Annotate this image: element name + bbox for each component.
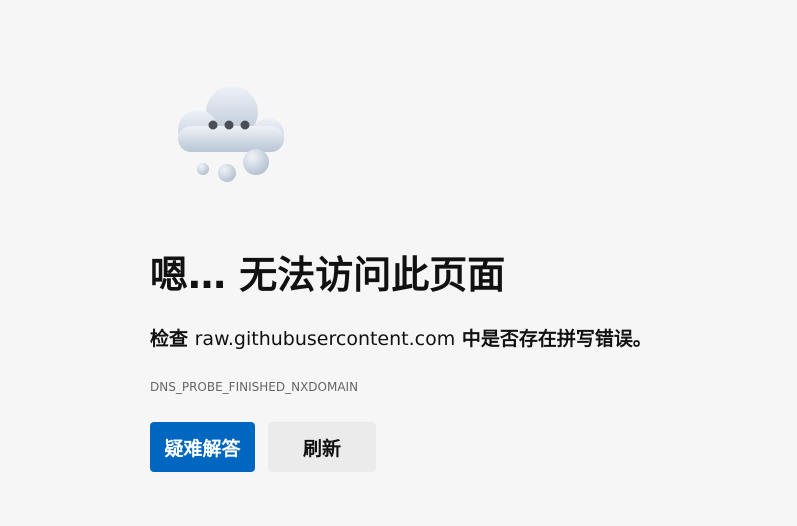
error-code: DNS_PROBE_FINISHED_NXDOMAIN [150,380,359,394]
page-title: 嗯… 无法访问此页面 [150,253,506,297]
error-subtitle: 检查 raw.githubusercontent.com 中是否存在拼写错误。 [150,326,652,352]
error-page: 嗯… 无法访问此页面 检查 raw.githubusercontent.com … [0,0,797,526]
cloud-with-dots-icon [160,78,300,188]
subtitle-prefix: 检查 [150,328,195,350]
troubleshoot-button[interactable]: 疑难解答 [150,422,255,472]
refresh-button[interactable]: 刷新 [268,422,376,472]
host-name: raw.githubusercontent.com [194,328,456,350]
subtitle-suffix: 中是否存在拼写错误。 [455,328,652,350]
